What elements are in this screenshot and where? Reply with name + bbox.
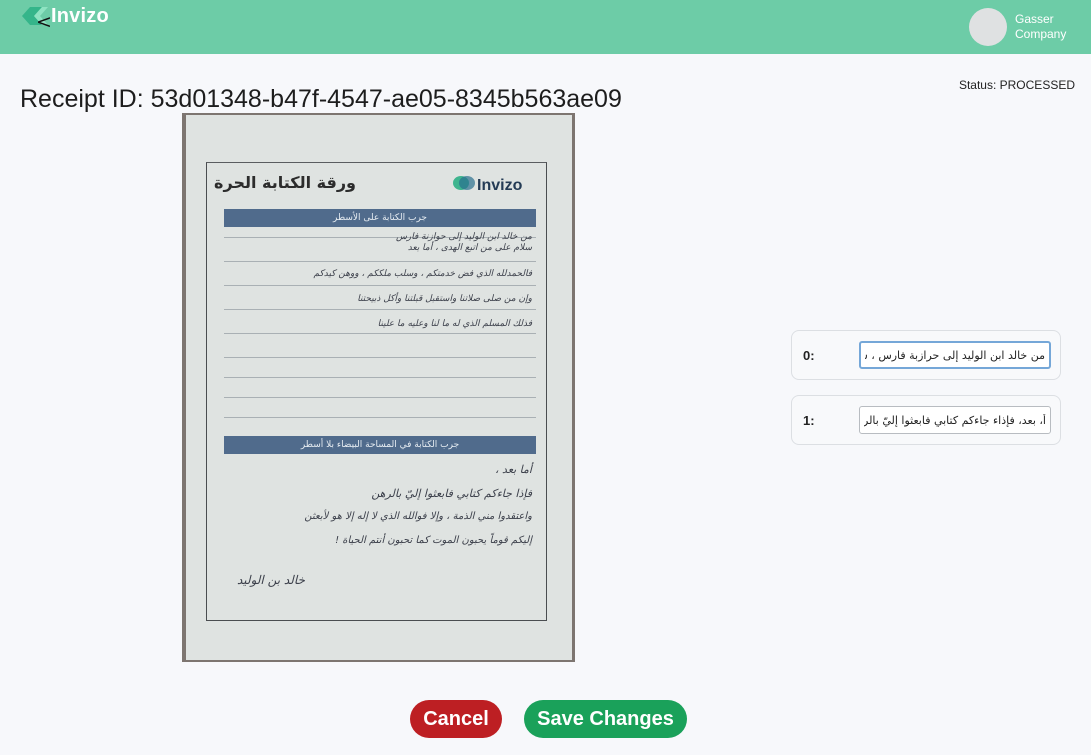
user-menu[interactable]: Gasser Company [969, 8, 1085, 46]
section-band-lines: جرب الكتابة على الأسطر [224, 209, 536, 227]
user-name: Gasser Company [1015, 12, 1067, 41]
ruled-line [224, 285, 536, 286]
scan-paper: ورقة الكتابة الحرة Invizo جرب الكتابة عل… [186, 115, 572, 660]
handwriting-line: أما بعد ، [495, 463, 532, 476]
field-row-1: 1: [791, 395, 1061, 445]
handwriting-line: فذلك المسلم الذي له ما لنا وعليه ما علين… [377, 319, 532, 329]
page-title: Receipt ID: 53d01348-b47f-4547-ae05-8345… [20, 85, 622, 113]
ruled-line [224, 261, 536, 262]
form-brand: Invizo [453, 175, 522, 196]
brand-name: Invizo [51, 4, 109, 27]
ruled-line [224, 417, 536, 418]
handwriting-line: سلام على من اتبع الهدى ، أما بعد [407, 243, 532, 253]
ruled-line [224, 309, 536, 310]
handwriting-line: فإذا جاءكم كتابي فابعثوا إليّ بالرهن [371, 487, 532, 500]
field-row-0: 0: [791, 330, 1061, 380]
ruled-line [224, 333, 536, 334]
ruled-line [224, 377, 536, 378]
handwriting-line: من خالد ابن الوليد إلى حوازنة فارس [395, 232, 532, 242]
handwriting-line: فالحمدلله الذي فض خدمتكم ، وسلب ملككم ، … [313, 269, 532, 279]
top-bar: Invizo < Gasser Company [0, 0, 1091, 54]
field-label: 0: [803, 348, 815, 363]
handwriting-signature: خالد بن الوليد [237, 573, 305, 587]
receipt-scan-image: ورقة الكتابة الحرة Invizo جرب الكتابة عل… [182, 113, 575, 662]
save-changes-button[interactable]: Save Changes [524, 700, 687, 738]
form-title: ورقة الكتابة الحرة [214, 173, 356, 192]
handwriting-line: إليكم قوماً يحبون الموت كما تحبون أنتم ا… [335, 535, 532, 546]
back-arrow-icon[interactable]: < [36, 13, 52, 32]
handwriting-line: وإن من صلى صلاتنا واستقبل قبلتنا وأكل ذب… [357, 294, 532, 304]
status-label: Status: PROCESSED [958, 78, 1075, 92]
handwriting-line: واعتقدوا مني الذمة ، وإلا فوالله الذي لا… [304, 511, 532, 522]
section-band-blank: جرب الكتابة في المساحة البيضاء بلا أسطر [224, 436, 536, 454]
field-input-0[interactable] [859, 341, 1051, 369]
form-brand-icon [453, 175, 475, 196]
field-input-1[interactable] [859, 406, 1051, 434]
ruled-line [224, 357, 536, 358]
form-brand-name: Invizo [477, 176, 523, 194]
brand-logo[interactable]: Invizo [20, 3, 109, 29]
cancel-button[interactable]: Cancel [410, 700, 502, 738]
ruled-line [224, 397, 536, 398]
form-frame: ورقة الكتابة الحرة Invizo جرب الكتابة عل… [206, 162, 547, 621]
avatar[interactable] [969, 8, 1007, 46]
field-label: 1: [803, 413, 815, 428]
